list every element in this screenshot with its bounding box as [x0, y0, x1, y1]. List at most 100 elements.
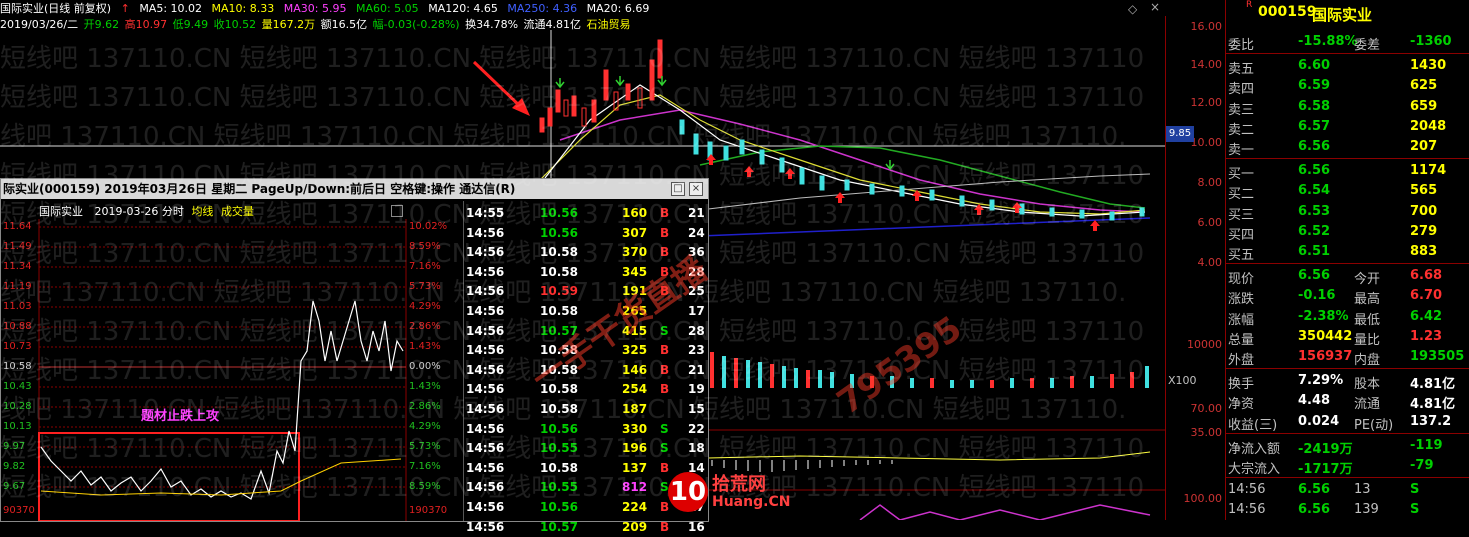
tick-count: 24: [688, 225, 705, 240]
tick-count: 21: [688, 362, 705, 377]
settings-icon[interactable]: ◇: [1128, 2, 1137, 16]
quote-value-2: S: [1410, 502, 1420, 518]
tick-row[interactable]: 14:56 10.56 330 S 22: [464, 419, 709, 439]
quote-label: 买三: [1228, 207, 1255, 223]
overlay-caption: 题材止跌上攻: [141, 409, 220, 424]
quote-row[interactable]: 卖四 6.59 625: [1226, 76, 1469, 97]
tick-row[interactable]: 14:56 10.58 254 B 19: [464, 379, 709, 399]
quote-row[interactable]: 现价 6.56 今开 6.68: [1226, 266, 1469, 287]
quote-row[interactable]: 涨跌 -0.16 最高 6.70: [1226, 286, 1469, 308]
candle-3: [555, 89, 561, 113]
candle-29: [1019, 203, 1025, 215]
quote-row[interactable]: 卖二 6.57 2048: [1226, 117, 1469, 138]
tick-price: 10.57: [540, 519, 578, 534]
tick-row[interactable]: 14:56 10.55 196 S 18: [464, 438, 709, 458]
tick-row[interactable]: 14:55 10.56 160 B 21: [464, 203, 709, 223]
quote-label: 大宗流入: [1228, 462, 1281, 477]
quote-row[interactable]: 净流入额 -2419万 -119: [1226, 436, 1469, 457]
quote-row[interactable]: 涨幅 -2.38% 最低 6.42: [1226, 307, 1469, 328]
tick-count: 19: [688, 382, 705, 397]
quote-row[interactable]: 卖一 6.56 207: [1226, 137, 1469, 158]
quote-row[interactable]: 买四 6.52 279: [1226, 222, 1469, 243]
tick-volume: 812: [622, 480, 648, 495]
tick-count: 21: [688, 206, 705, 220]
quote-value: 7.29%: [1298, 373, 1344, 389]
quote-panel[interactable]: R 000159 国际实业 委比 -15.88% 委差 -1360 卖五 6.60 1430…: [1225, 0, 1469, 520]
tick-volume: 224: [622, 500, 648, 514]
candle-7: [591, 99, 597, 123]
candle-32: [1109, 211, 1115, 221]
quote-value: 6.56: [1298, 482, 1331, 498]
quote-row[interactable]: 卖三 6.58 659: [1226, 97, 1469, 118]
logo-badge: 10: [668, 472, 708, 512]
tick-time: 14:56: [466, 304, 505, 318]
quote-value: 0.024: [1298, 413, 1340, 429]
quote-row[interactable]: 买三 6.53 700: [1226, 202, 1469, 223]
tick-volume: 187: [622, 402, 648, 416]
buy-signal-icon: [744, 166, 754, 177]
quote-value-2: 193505: [1410, 349, 1465, 364]
quote-value: -15.88%: [1298, 34, 1358, 49]
quote-label: 卖二: [1228, 122, 1255, 138]
candle-11: [637, 87, 643, 109]
quote-value-2: 279: [1410, 223, 1438, 239]
price-axis: 16.00 14.00 12.00 10.00 8.00 6.00 4.00 1…: [1165, 16, 1226, 520]
quote-row[interactable]: 买一 6.56 1174: [1226, 161, 1469, 182]
tick-count: 23: [688, 343, 705, 358]
popup-title[interactable]: 际实业(000159) 2019年03月26日 星期二 PageUp/Down:…: [1, 179, 708, 199]
quote-row[interactable]: 买五 6.51 883: [1226, 242, 1469, 263]
tick-side: B: [660, 343, 670, 358]
ma120-line: [699, 173, 1151, 211]
tick-time: 14:56: [466, 323, 505, 338]
popup-close-button[interactable]: ×: [689, 182, 703, 196]
quote-separator: [1226, 53, 1469, 55]
price-tick: 4.00: [1197, 256, 1223, 269]
quote-row[interactable]: 卖五 6.60 1430: [1226, 56, 1469, 77]
quote-value: 6.56: [1298, 502, 1331, 518]
popup-minimize-button[interactable]: □: [671, 182, 685, 196]
tick-price: 10.56: [540, 421, 578, 436]
quote-code: 000159: [1258, 4, 1317, 20]
intraday-svg: [38, 219, 407, 521]
tick-count: 18: [688, 441, 705, 456]
tick-row[interactable]: 14:56 10.56 307 B 24: [464, 223, 709, 243]
tick-volume: 146: [622, 362, 648, 377]
quote-row[interactable]: 买二 6.54 565: [1226, 181, 1469, 203]
quote-row[interactable]: 大宗流入 -1717万 -79: [1226, 456, 1469, 477]
quote-value: -0.16: [1298, 288, 1336, 304]
quote-row[interactable]: 净资 4.48 流通 4.81亿: [1226, 391, 1469, 412]
close-icon[interactable]: ×: [1150, 0, 1160, 14]
quote-row[interactable]: 换手 7.29% 股本 4.81亿: [1226, 371, 1469, 392]
quote-value-2: -119: [1410, 437, 1443, 453]
tick-side: B: [660, 225, 670, 240]
candle-21: [799, 167, 805, 185]
quote-label-2: 最高: [1354, 292, 1381, 308]
tick-volume: 160: [622, 206, 648, 220]
quote-label: 卖一: [1228, 143, 1255, 158]
tick-side: S: [660, 441, 669, 456]
quote-row[interactable]: 委比 -15.88% 委差 -1360: [1226, 32, 1469, 53]
sell-signal-icon: [615, 76, 625, 87]
quote-label: 买二: [1228, 187, 1255, 203]
quote-value-2: 883: [1410, 244, 1438, 259]
quote-label: 收益(三): [1228, 417, 1278, 433]
candle-33: [1139, 207, 1145, 217]
quote-label: 涨跌: [1228, 292, 1255, 308]
tick-price: 10.56: [540, 206, 578, 220]
candle-24: [869, 183, 875, 195]
tick-row[interactable]: 14:56 10.58 187 15: [464, 399, 709, 419]
quote-value-2: 6.70: [1410, 288, 1443, 304]
quote-value-2: 207: [1410, 139, 1438, 154]
intraday-chart[interactable]: 国际实业 2019-03-26 分时 均线 成交量 11.64 11.49 11…: [1, 201, 463, 521]
quote-value: -2419万: [1298, 441, 1353, 457]
quote-row[interactable]: 14:56 6.56 139 S: [1226, 500, 1469, 520]
quote-row[interactable]: 收益(三) 0.024 PE(动) 137.2: [1226, 412, 1469, 433]
quote-row[interactable]: 外盘 156937 内盘 193505: [1226, 347, 1469, 368]
tick-time: 14:56: [466, 500, 505, 514]
quote-row[interactable]: 14:56 6.56 13 S: [1226, 480, 1469, 500]
quote-row[interactable]: 总量 350442 量比 1.23: [1226, 327, 1469, 348]
tick-side: B: [660, 382, 670, 397]
candle-13: [657, 39, 663, 79]
macd-dif-line: [707, 451, 1151, 461]
quote-value-2: 700: [1410, 203, 1438, 219]
